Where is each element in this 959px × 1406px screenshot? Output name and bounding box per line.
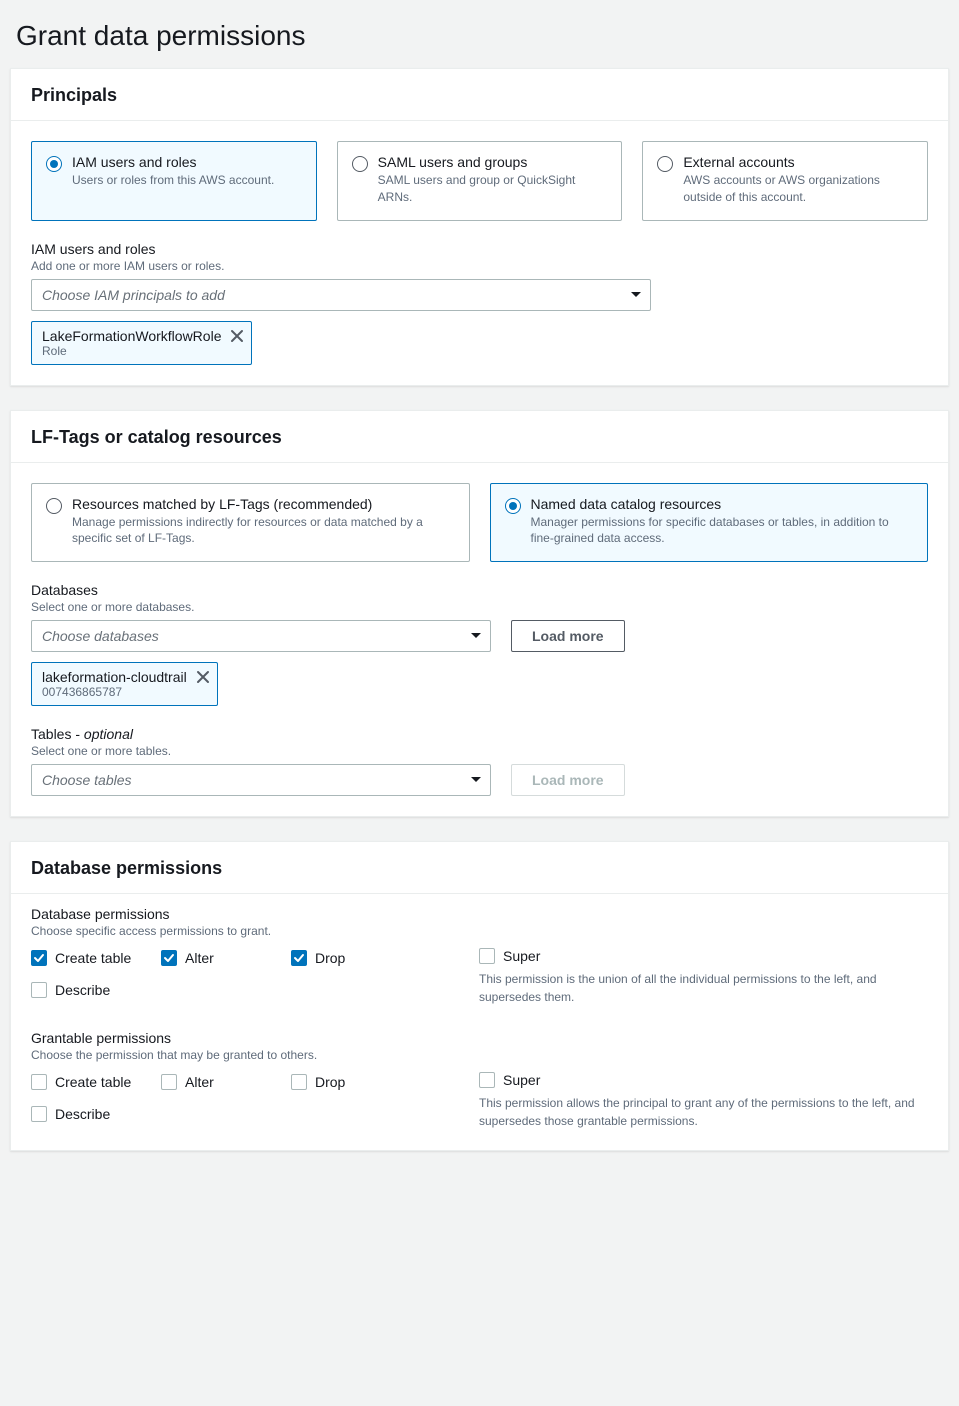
grantable-perms-hint: Choose the permission that may be grante…: [31, 1048, 928, 1062]
tile-title: External accounts: [683, 154, 913, 170]
iam-field-label: IAM users and roles: [31, 241, 928, 257]
checkbox-icon: [291, 950, 307, 966]
tables-placeholder: Choose tables: [42, 772, 132, 788]
grantable-perm-checkbox-drop[interactable]: Drop: [291, 1072, 421, 1092]
catalog-mode-group: Resources matched by LF-Tags (recommende…: [31, 483, 928, 563]
iam-principals-placeholder: Choose IAM principals to add: [42, 287, 225, 303]
principal-type-group: IAM users and roles Users or roles from …: [31, 141, 928, 221]
grantable-perm-checkbox-create-table[interactable]: Create table: [31, 1072, 161, 1092]
token-label: lakeformation-cloudtrail: [42, 669, 209, 685]
checkbox-label: Drop: [315, 1074, 345, 1090]
radio-icon: [46, 498, 62, 514]
checkbox-label: Create table: [55, 1074, 131, 1090]
databases-hint: Select one or more databases.: [31, 600, 928, 614]
catalog-heading: LF-Tags or catalog resources: [31, 427, 928, 448]
tables-select[interactable]: Choose tables: [31, 764, 491, 796]
token-label: LakeFormationWorkflowRole: [42, 328, 243, 344]
checkbox-label: Alter: [185, 1074, 214, 1090]
database-token: lakeformation-cloudtrail 007436865787: [31, 662, 218, 706]
chevron-down-icon: [470, 630, 482, 642]
chevron-down-icon: [630, 289, 642, 301]
iam-principals-select[interactable]: Choose IAM principals to add: [31, 279, 651, 311]
iam-principal-token: LakeFormationWorkflowRole Role: [31, 321, 252, 365]
checkbox-label: Describe: [55, 1106, 110, 1122]
checkbox-label: Super: [503, 1072, 540, 1088]
radio-icon: [46, 156, 62, 172]
databases-select[interactable]: Choose databases: [31, 620, 491, 652]
principals-panel: Principals IAM users and roles Users or …: [10, 68, 949, 386]
checkbox-label: Create table: [55, 950, 131, 966]
tile-title: SAML users and groups: [378, 154, 608, 170]
checkbox-label: Super: [503, 948, 540, 964]
db-perm-checkbox-drop[interactable]: Drop: [291, 948, 421, 968]
checkbox-label: Alter: [185, 950, 214, 966]
grantable-perms-label: Grantable permissions: [31, 1030, 928, 1046]
db-perms-hint: Choose specific access permissions to gr…: [31, 924, 928, 938]
super-grantable-desc: This permission allows the principal to …: [479, 1094, 928, 1130]
checkbox-icon: [161, 950, 177, 966]
tile-saml-users-groups[interactable]: SAML users and groups SAML users and gro…: [337, 141, 623, 221]
radio-icon: [352, 156, 368, 172]
tile-external-accounts[interactable]: External accounts AWS accounts or AWS or…: [642, 141, 928, 221]
tables-label: Tables - optional: [31, 726, 928, 742]
grantable-perm-checkbox-describe[interactable]: Describe: [31, 1104, 161, 1124]
tile-desc: Manage permissions indirectly for resour…: [72, 514, 455, 548]
tile-desc: Manager permissions for specific databas…: [531, 514, 914, 548]
databases-load-more-button[interactable]: Load more: [511, 620, 625, 652]
chevron-down-icon: [470, 774, 482, 786]
tables-hint: Select one or more tables.: [31, 744, 928, 758]
token-sub: 007436865787: [42, 685, 209, 699]
db-perm-checkbox-alter[interactable]: Alter: [161, 948, 291, 968]
super-desc: This permission is the union of all the …: [479, 970, 928, 1006]
tile-desc: SAML users and group or QuickSight ARNs.: [378, 172, 608, 206]
checkbox-label: Drop: [315, 950, 345, 966]
checkbox-icon: [291, 1074, 307, 1090]
tile-named-catalog[interactable]: Named data catalog resources Manager per…: [490, 483, 929, 563]
radio-icon: [505, 498, 521, 514]
db-perms-panel: Database permissions Database permission…: [10, 841, 949, 1151]
checkbox-super[interactable]: Super: [479, 948, 928, 964]
checkbox-icon: [31, 1074, 47, 1090]
db-perm-checkbox-describe[interactable]: Describe: [31, 980, 161, 1000]
tile-title: Resources matched by LF-Tags (recommende…: [72, 496, 455, 512]
tile-desc: Users or roles from this AWS account.: [72, 172, 274, 189]
tile-title: Named data catalog resources: [531, 496, 914, 512]
checkbox-icon: [161, 1074, 177, 1090]
remove-token-button[interactable]: [229, 328, 245, 344]
principals-heading: Principals: [31, 85, 928, 106]
tile-iam-users-roles[interactable]: IAM users and roles Users or roles from …: [31, 141, 317, 221]
checkbox-icon: [31, 982, 47, 998]
db-perms-heading: Database permissions: [31, 858, 928, 879]
checkbox-icon: [479, 948, 495, 964]
radio-icon: [657, 156, 673, 172]
token-sub: Role: [42, 344, 243, 358]
checkbox-icon: [479, 1072, 495, 1088]
tile-lf-tags[interactable]: Resources matched by LF-Tags (recommende…: [31, 483, 470, 563]
catalog-panel: LF-Tags or catalog resources Resources m…: [10, 410, 949, 818]
checkbox-label: Describe: [55, 982, 110, 998]
tables-load-more-button[interactable]: Load more: [511, 764, 625, 796]
checkbox-super-grantable[interactable]: Super: [479, 1072, 928, 1088]
tile-desc: AWS accounts or AWS organizations outsid…: [683, 172, 913, 206]
grantable-perm-checkbox-alter[interactable]: Alter: [161, 1072, 291, 1092]
checkbox-icon: [31, 950, 47, 966]
databases-placeholder: Choose databases: [42, 628, 159, 644]
databases-label: Databases: [31, 582, 928, 598]
remove-token-button[interactable]: [195, 669, 211, 685]
page-title: Grant data permissions: [16, 20, 949, 52]
tile-title: IAM users and roles: [72, 154, 274, 170]
db-perms-label: Database permissions: [31, 906, 928, 922]
checkbox-icon: [31, 1106, 47, 1122]
db-perm-checkbox-create-table[interactable]: Create table: [31, 948, 161, 968]
iam-field-hint: Add one or more IAM users or roles.: [31, 259, 928, 273]
